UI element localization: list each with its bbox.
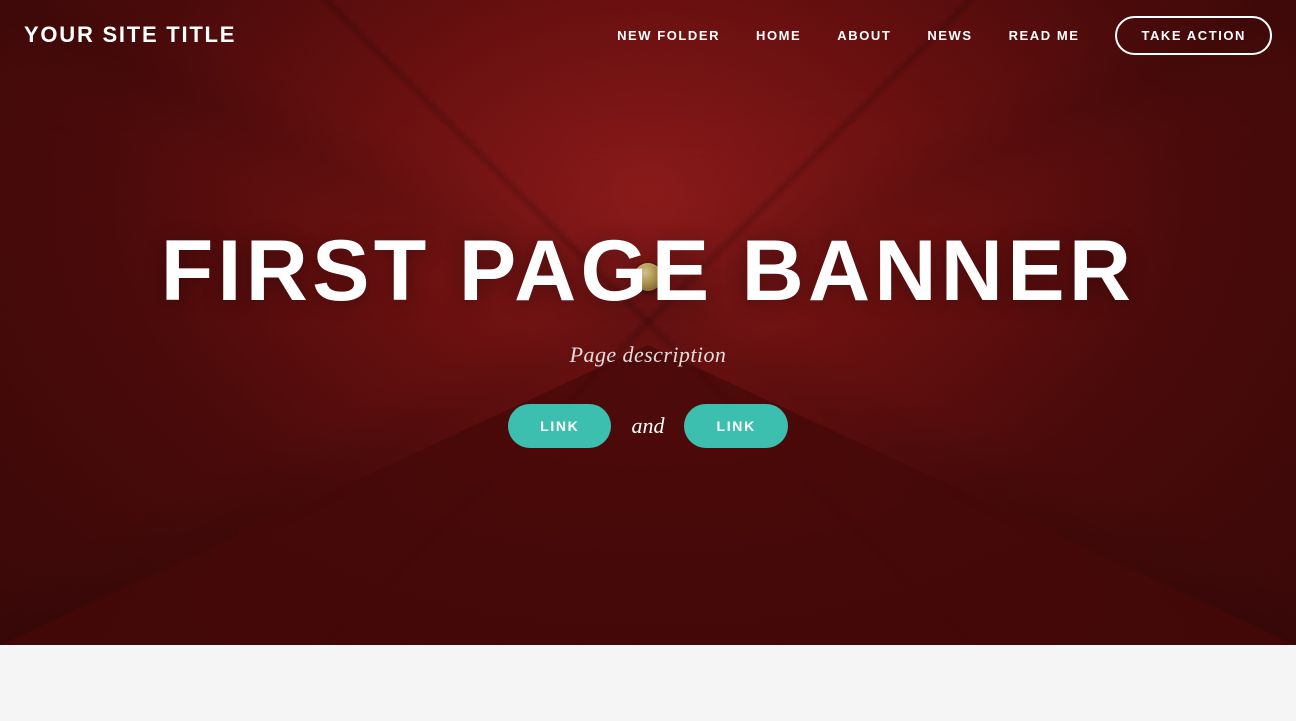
conjunction-text: and xyxy=(631,413,664,439)
hero-section: FIRST PAGE BANNER Page description LINK … xyxy=(0,0,1296,645)
nav-item-about[interactable]: ABOUT xyxy=(837,28,891,43)
nav-item-new-folder[interactable]: NEW FOLDER xyxy=(617,28,720,43)
site-header: YOUR SITE TITLE NEW FOLDER HOME ABOUT NE… xyxy=(0,0,1296,70)
banner-title: FIRST PAGE BANNER xyxy=(161,228,1136,314)
banner-buttons: LINK and LINK xyxy=(508,404,788,448)
hero-content: FIRST PAGE BANNER Page description LINK … xyxy=(161,228,1136,448)
banner-description: Page description xyxy=(570,342,727,368)
take-action-button[interactable]: TAKE ACTION xyxy=(1115,16,1272,55)
main-nav: NEW FOLDER HOME ABOUT NEWS READ ME TAKE … xyxy=(617,16,1272,55)
hero-link-button-2[interactable]: LINK xyxy=(684,404,787,448)
nav-item-home[interactable]: HOME xyxy=(756,28,801,43)
site-title: YOUR SITE TITLE xyxy=(24,22,236,48)
nav-item-news[interactable]: NEWS xyxy=(927,28,972,43)
hero-link-button-1[interactable]: LINK xyxy=(508,404,611,448)
nav-item-read-me[interactable]: READ ME xyxy=(1009,28,1080,43)
below-fold-section xyxy=(0,645,1296,721)
